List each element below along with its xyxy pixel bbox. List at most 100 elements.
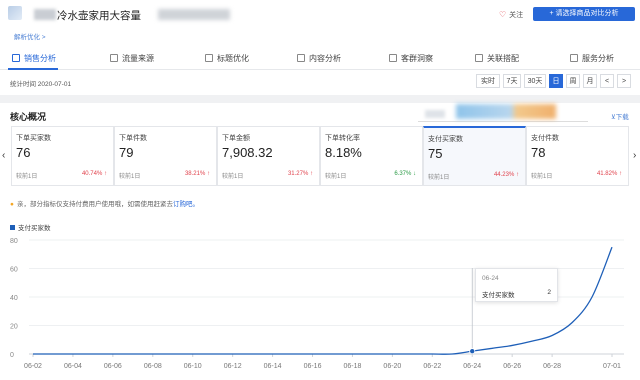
x-tick-label: 06-12 bbox=[224, 363, 242, 370]
metric-change: 38.21% ↑ bbox=[184, 171, 210, 177]
metric-compare: 较前1日 bbox=[325, 174, 347, 180]
metric-label: 下单买家数 bbox=[16, 135, 51, 142]
chart-icon bbox=[12, 54, 20, 62]
x-tick-label: 07-01 bbox=[603, 363, 621, 370]
x-tick-label: 06-16 bbox=[304, 363, 322, 370]
warning-icon: ● bbox=[10, 201, 14, 208]
metric-label: 下单转化率 bbox=[325, 135, 360, 142]
blurred-text bbox=[456, 104, 556, 119]
tooltip-label: 支付买家数 bbox=[482, 292, 515, 299]
product-title: 冷水壶家用大容量 bbox=[57, 10, 141, 22]
active-tab-indicator bbox=[8, 68, 58, 70]
range-day[interactable]: 日 bbox=[549, 74, 563, 88]
metric-compare: 较前1日 bbox=[222, 174, 244, 180]
metric-card[interactable]: 下单买家数 76 较前1日 40.74% ↑ bbox=[11, 126, 114, 186]
up-arrow-icon: ↑ bbox=[207, 171, 210, 177]
tab-label: 流量来源 bbox=[122, 54, 154, 63]
blurred-text bbox=[158, 9, 230, 20]
x-tick-label: 06-26 bbox=[503, 363, 521, 370]
y-tick-label: 20 bbox=[10, 324, 18, 331]
heart-icon: ♡ bbox=[499, 10, 507, 19]
tab-label: 关联搭配 bbox=[487, 54, 519, 63]
tab-bar: 销售分析 流量来源 标题优化 内容分析 客群洞察 关联搭配 服务分析 bbox=[0, 48, 640, 70]
range-realtime[interactable]: 实时 bbox=[476, 74, 500, 88]
metric-value: 8.18% bbox=[325, 145, 362, 160]
metrics-row: 下单买家数 76 较前1日 40.74% ↑ 下单件数 79 较前1日 38.2… bbox=[11, 126, 629, 188]
legend-label: 支付买家数 bbox=[18, 225, 51, 232]
tab-label: 销售分析 bbox=[24, 54, 56, 63]
x-tick-label: 06-20 bbox=[383, 363, 401, 370]
legend-swatch bbox=[10, 225, 15, 230]
product-thumbnail bbox=[8, 6, 22, 20]
download-button[interactable]: ⊻下载 bbox=[611, 111, 629, 121]
metric-compare: 较前1日 bbox=[531, 174, 553, 180]
chart-tooltip: 06-24 支付买家数 2 bbox=[475, 268, 558, 302]
y-tick-label: 80 bbox=[10, 238, 18, 245]
metric-value: 76 bbox=[16, 145, 31, 160]
range-7d[interactable]: 7天 bbox=[503, 74, 521, 88]
blurred-text bbox=[34, 9, 56, 20]
metric-label: 支付件数 bbox=[531, 135, 559, 142]
next-metrics-arrow[interactable]: › bbox=[633, 150, 636, 161]
subscribe-link[interactable]: 订购吧。 bbox=[173, 201, 199, 208]
x-tick-label: 06-22 bbox=[423, 363, 441, 370]
section-title: 核心概况 bbox=[10, 112, 47, 122]
section-divider bbox=[0, 95, 640, 103]
metric-label: 下单金额 bbox=[222, 135, 250, 142]
tab-traffic[interactable]: 流量来源 bbox=[110, 53, 154, 64]
tab-sales[interactable]: 销售分析 bbox=[12, 53, 56, 64]
service-icon bbox=[570, 54, 578, 62]
metric-change: 41.82% ↑ bbox=[596, 171, 622, 177]
tab-label: 内容分析 bbox=[309, 54, 341, 63]
content-icon bbox=[297, 54, 305, 62]
tab-label: 标题优化 bbox=[217, 54, 249, 63]
notice-text: 亲，部分指标仅支持付费用户使用哦，如需使用赶紧去 bbox=[16, 201, 173, 208]
up-arrow-icon: ↑ bbox=[104, 171, 107, 177]
metric-value: 7,908.32 bbox=[222, 145, 273, 160]
metric-change: 44.23% ↑ bbox=[493, 172, 519, 178]
edit-icon bbox=[205, 54, 213, 62]
metric-card[interactable]: 下单件数 79 较前1日 38.21% ↑ bbox=[114, 126, 217, 186]
date-prev-button[interactable]: < bbox=[600, 74, 614, 88]
x-tick-label: 06-06 bbox=[104, 363, 122, 370]
y-tick-label: 40 bbox=[10, 295, 18, 302]
metric-value: 79 bbox=[119, 145, 134, 160]
metric-change: 40.74% ↑ bbox=[81, 171, 107, 177]
x-tick-label: 06-10 bbox=[184, 363, 202, 370]
metric-card[interactable]: 支付件数 78 较前1日 41.82% ↑ bbox=[526, 126, 629, 186]
metric-compare: 较前1日 bbox=[119, 174, 141, 180]
prev-metrics-arrow[interactable]: ‹ bbox=[2, 150, 5, 161]
compare-product-button[interactable]: + 请选择商品对比分析 bbox=[533, 7, 635, 21]
tab-service[interactable]: 服务分析 bbox=[570, 53, 614, 64]
tab-title[interactable]: 标题优化 bbox=[205, 53, 249, 64]
date-next-button[interactable]: > bbox=[617, 74, 631, 88]
metric-label: 支付买家数 bbox=[428, 136, 463, 143]
up-arrow-icon: ↑ bbox=[619, 171, 622, 177]
tab-related[interactable]: 关联搭配 bbox=[475, 53, 519, 64]
tab-label: 服务分析 bbox=[582, 54, 614, 63]
x-tick-label: 06-28 bbox=[543, 363, 561, 370]
tooltip-date: 06-24 bbox=[482, 275, 499, 282]
up-arrow-icon: ↑ bbox=[310, 171, 313, 177]
range-30d[interactable]: 30天 bbox=[524, 74, 546, 88]
metric-card[interactable]: 下单金额 7,908.32 较前1日 31.27% ↑ bbox=[217, 126, 320, 186]
x-tick-label: 06-08 bbox=[144, 363, 162, 370]
x-tick-label: 06-24 bbox=[463, 363, 481, 370]
range-week[interactable]: 周 bbox=[566, 74, 580, 88]
follow-button[interactable]: ♡ 关注 bbox=[499, 10, 523, 20]
metric-change: 31.27% ↑ bbox=[287, 171, 313, 177]
link-icon bbox=[475, 54, 483, 62]
y-tick-label: 0 bbox=[10, 352, 14, 359]
tab-content[interactable]: 内容分析 bbox=[297, 53, 341, 64]
metric-card-selected[interactable]: 支付买家数 75 较前1日 44.23% ↑ bbox=[423, 126, 526, 186]
chart-legend[interactable]: 支付买家数 bbox=[10, 222, 51, 232]
range-month[interactable]: 月 bbox=[583, 74, 597, 88]
metric-card[interactable]: 下单转化率 8.18% 较前1日 6.37% ↓ bbox=[320, 126, 423, 186]
tab-audience[interactable]: 客群洞察 bbox=[389, 53, 433, 64]
metric-value: 75 bbox=[428, 146, 443, 161]
breadcrumb[interactable]: 解析优化 > bbox=[14, 31, 46, 41]
y-tick-label: 60 bbox=[10, 267, 18, 274]
blurred-text bbox=[425, 110, 445, 118]
x-tick-label: 06-02 bbox=[24, 363, 42, 370]
x-tick-label: 06-18 bbox=[343, 363, 361, 370]
